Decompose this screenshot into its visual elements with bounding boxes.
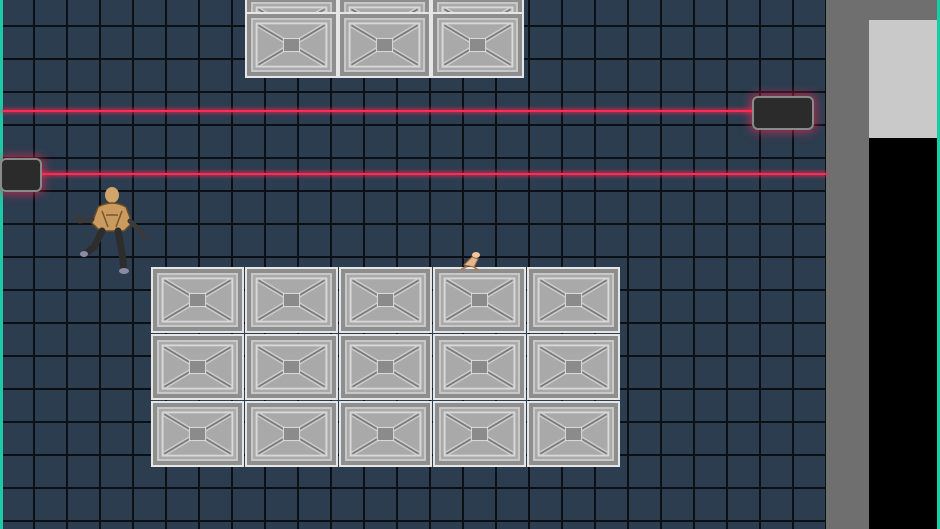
crate-block-1-3 [339, 267, 432, 333]
crate-block-1-2 [245, 267, 338, 333]
crate-block-2-1 [151, 334, 244, 400]
crate-block-2-4 [433, 334, 526, 400]
game-viewport[interactable] [0, 0, 940, 529]
side-panel-light [869, 20, 937, 138]
crate-top-5 [338, 12, 431, 78]
crate-block-2-5 [527, 334, 620, 400]
humanoid-character-icon[interactable] [72, 183, 150, 279]
laser-emitter-left [0, 158, 42, 192]
crate-block-3-5 [527, 401, 620, 467]
laser-emitter-right [752, 96, 814, 130]
laser-beam-lower [40, 173, 826, 175]
crate-block-3-1 [151, 401, 244, 467]
crate-block-3-4 [433, 401, 526, 467]
crate-block-3-3 [339, 401, 432, 467]
crate-block-1-1 [151, 267, 244, 333]
crate-block-3-2 [245, 401, 338, 467]
crate-block-1-5 [527, 267, 620, 333]
side-panel-dark [869, 138, 937, 529]
laser-beam-upper [3, 110, 755, 112]
crate-top-6 [431, 12, 524, 78]
small-creature-icon[interactable] [458, 249, 486, 271]
viewport-frame-left [0, 0, 3, 529]
crate-block-2-2 [245, 334, 338, 400]
crate-top-4 [245, 12, 338, 78]
crate-block-1-4 [433, 267, 526, 333]
crate-block-2-3 [339, 334, 432, 400]
